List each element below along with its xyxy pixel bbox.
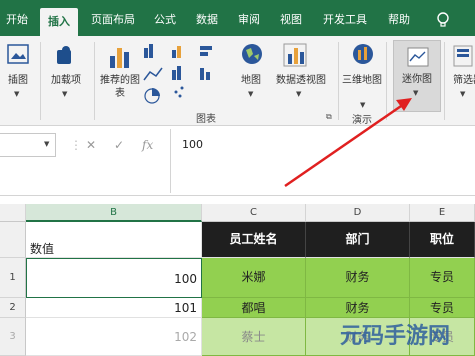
annotation-arrow (284, 98, 412, 188)
watermark: 元码手游网 (340, 324, 451, 349)
